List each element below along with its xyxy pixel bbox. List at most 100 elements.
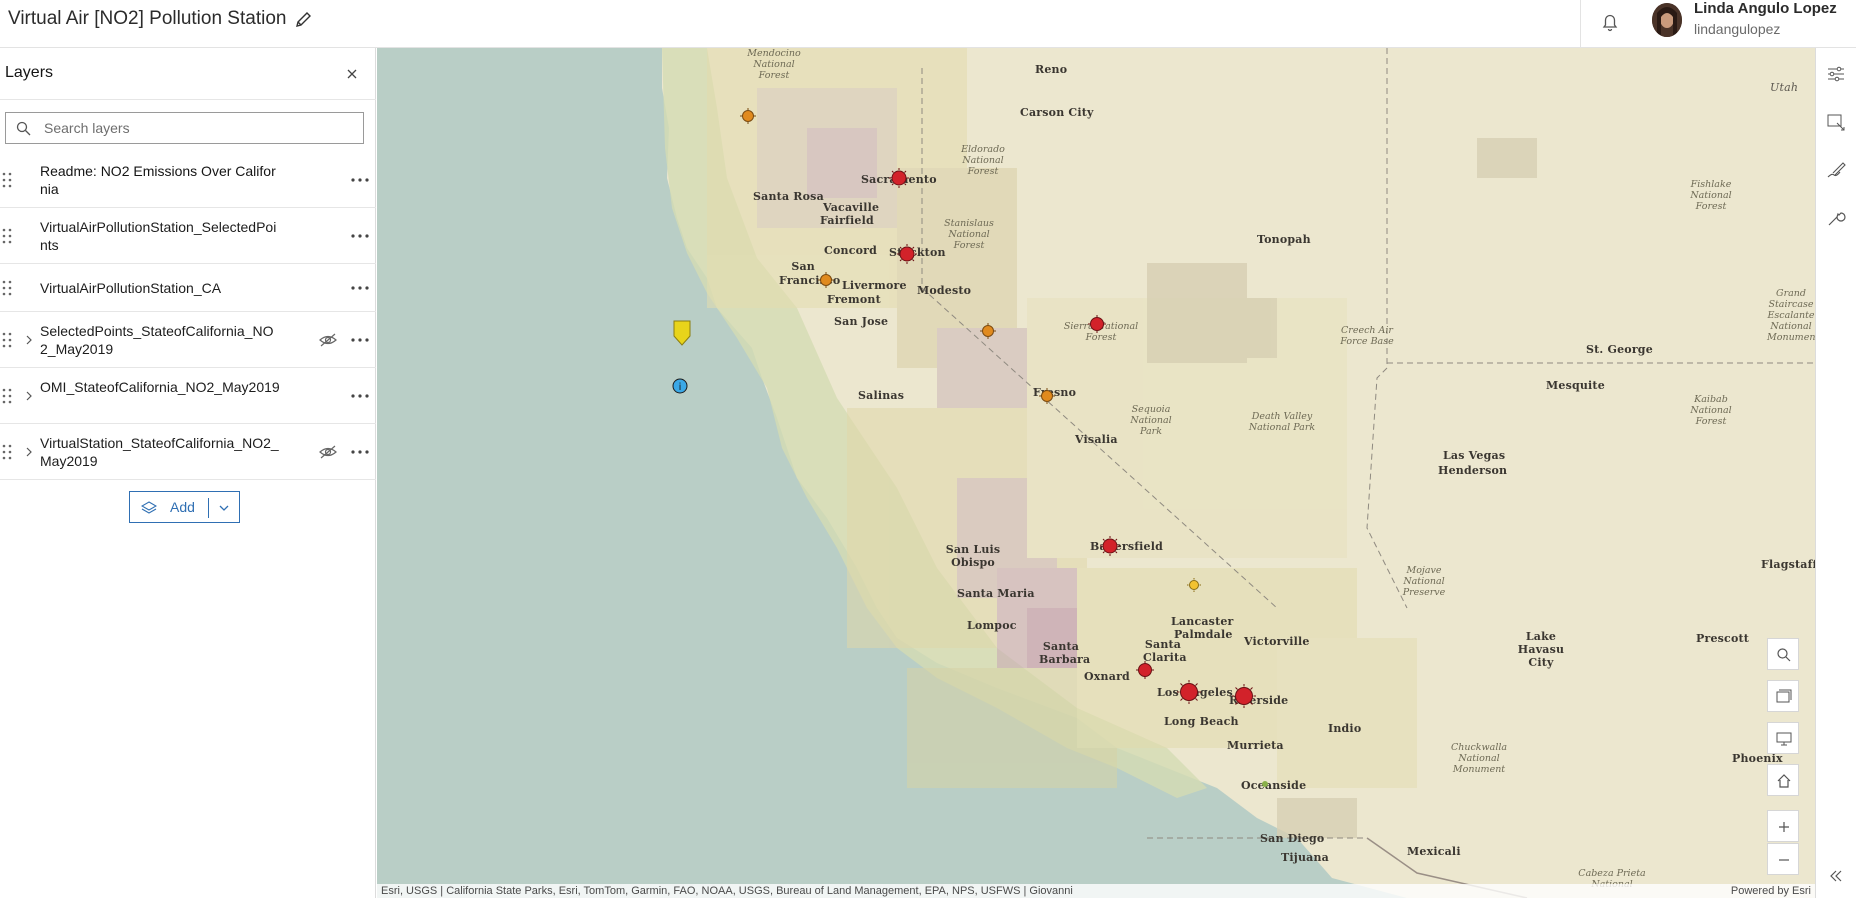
more-options-icon[interactable] [350, 445, 370, 459]
drag-handle-icon[interactable] [2, 332, 12, 348]
add-layer-button[interactable]: Add [129, 491, 240, 523]
place-label: Murrieta [1227, 739, 1284, 752]
station-marker-mid[interactable] [980, 323, 996, 339]
place-label: San Diego [1260, 832, 1325, 845]
layer-item-omi-no2[interactable]: OMI_StateofCalifornia_NO2_May2019 [0, 368, 376, 424]
station-marker-high[interactable] [889, 168, 909, 188]
place-label: Santa Maria [957, 587, 1035, 600]
visibility-off-icon[interactable] [318, 332, 338, 348]
collapse-icon[interactable] [1824, 864, 1848, 888]
layer-item-readme[interactable]: Readme: NO2 Emissions Over California [0, 152, 376, 208]
place-label: Tonopah [1257, 233, 1311, 246]
chevron-right-icon[interactable] [24, 390, 34, 402]
pencil-icon[interactable] [292, 9, 314, 31]
more-options-icon[interactable] [350, 333, 370, 347]
place-label: Indio [1328, 722, 1362, 735]
map-attribution: Esri, USGS | California State Parks, Esr… [377, 884, 1815, 898]
park-label: Grand Staircase Escalante National Monum… [1767, 288, 1815, 343]
add-label: Add [170, 499, 195, 515]
zoom-in-button[interactable] [1767, 810, 1799, 842]
station-marker-mid[interactable] [740, 108, 756, 124]
home-icon [1777, 774, 1791, 788]
station-marker-mid[interactable] [818, 272, 834, 288]
place-label: Mesquite [1546, 379, 1605, 392]
search-layers-input[interactable] [44, 117, 354, 139]
powered-by-esri[interactable]: Powered by Esri [1731, 884, 1811, 898]
place-label: Fairfield [820, 214, 874, 227]
place-label: Lake Havasu City [1517, 630, 1565, 669]
place-label: Livermore [842, 279, 907, 292]
sketch-icon[interactable] [1824, 158, 1848, 182]
user-name[interactable]: Linda Angulo Lopez [1694, 0, 1837, 17]
screen-button[interactable] [1767, 722, 1799, 754]
station-marker-low[interactable] [1261, 780, 1269, 788]
place-label: Tijuana [1281, 851, 1329, 864]
basemap [377, 48, 1815, 898]
place-label: Mexicali [1407, 845, 1461, 858]
place-label: Long Beach [1164, 715, 1239, 728]
app-title: Virtual Air [NO2] Pollution Station [8, 8, 287, 29]
place-label: Lancaster [1171, 615, 1234, 628]
layer-item-selectedpoints-no2[interactable]: SelectedPoints_StateofCalifornia_NO2_May… [0, 312, 376, 368]
bell-icon[interactable] [1598, 10, 1622, 34]
visibility-off-icon[interactable] [318, 444, 338, 460]
station-marker-mid[interactable] [1039, 388, 1055, 404]
close-icon[interactable] [342, 64, 362, 84]
layer-item-station-ca[interactable]: VirtualAirPollutionStation_CA [0, 264, 376, 312]
chevron-right-icon[interactable] [24, 334, 34, 346]
map-search-button[interactable] [1767, 638, 1799, 670]
chevron-down-icon[interactable] [218, 502, 230, 514]
location-pin-icon[interactable] [673, 320, 691, 346]
settings-sliders-icon[interactable] [1824, 62, 1848, 86]
station-marker-high[interactable] [1100, 536, 1120, 556]
station-marker-high[interactable] [897, 244, 917, 264]
drag-handle-icon[interactable] [2, 172, 12, 188]
station-marker-high[interactable] [1177, 680, 1201, 704]
park-label: Mendocino National Forest [747, 48, 801, 81]
info-icon[interactable]: i [672, 378, 688, 394]
basemap-gallery-icon [1776, 689, 1792, 703]
search-icon [1777, 648, 1791, 662]
svg-text:i: i [679, 382, 682, 393]
map-view[interactable]: Reno Carson City Sacramento Santa Rosa V… [377, 48, 1815, 898]
more-options-icon[interactable] [350, 281, 370, 295]
attribution-text[interactable]: Esri, USGS | California State Parks, Esr… [381, 884, 1073, 898]
home-button[interactable] [1767, 764, 1799, 796]
zoom-out-button[interactable] [1767, 843, 1799, 875]
screen-icon [1776, 732, 1792, 746]
wrench-icon[interactable] [1824, 206, 1848, 230]
chevron-right-icon[interactable] [24, 446, 34, 458]
layer-properties-icon[interactable] [1824, 110, 1848, 134]
layer-item-virtualstation-no2[interactable]: VirtualStation_StateofCalifornia_NO2_May… [0, 424, 376, 480]
place-label: San Francisco [779, 260, 841, 287]
more-options-icon[interactable] [350, 173, 370, 187]
place-label: Modesto [917, 284, 972, 297]
place-label: Carson City [1020, 106, 1094, 119]
drag-handle-icon[interactable] [2, 444, 12, 460]
station-marker-high[interactable] [1088, 315, 1106, 333]
layers-panel: Layers Readme: NO2 Emissions Over Califo… [0, 48, 376, 898]
station-marker-low[interactable] [1187, 578, 1201, 592]
layer-name: SelectedPoints_StateofCalifornia_NO2_May… [40, 323, 274, 357]
more-options-icon[interactable] [350, 229, 370, 243]
drag-handle-icon[interactable] [2, 228, 12, 244]
place-label: Las Vegas [1443, 449, 1506, 462]
place-label: San Luis Obispo [945, 543, 1001, 569]
layers-icon [141, 501, 157, 514]
search-icon [16, 121, 31, 136]
search-layers-field[interactable] [5, 112, 364, 144]
zoom-in-icon [1779, 822, 1789, 832]
place-label: Prescott [1696, 632, 1750, 645]
place-label: Oceanside [1241, 779, 1307, 792]
place-label: Santa Rosa [753, 190, 824, 203]
station-marker-high[interactable] [1136, 661, 1154, 679]
layer-item-selected-points[interactable]: VirtualAirPollutionStation_SelectedPoint… [0, 208, 376, 264]
basemap-gallery-button[interactable] [1767, 680, 1799, 712]
drag-handle-icon[interactable] [2, 388, 12, 404]
more-options-icon[interactable] [350, 389, 370, 403]
layer-name: VirtualAirPollutionStation_CA [40, 280, 222, 296]
right-action-bar [1815, 48, 1856, 898]
station-marker-high[interactable] [1232, 684, 1256, 708]
drag-handle-icon[interactable] [2, 280, 12, 296]
avatar[interactable] [1652, 3, 1682, 37]
